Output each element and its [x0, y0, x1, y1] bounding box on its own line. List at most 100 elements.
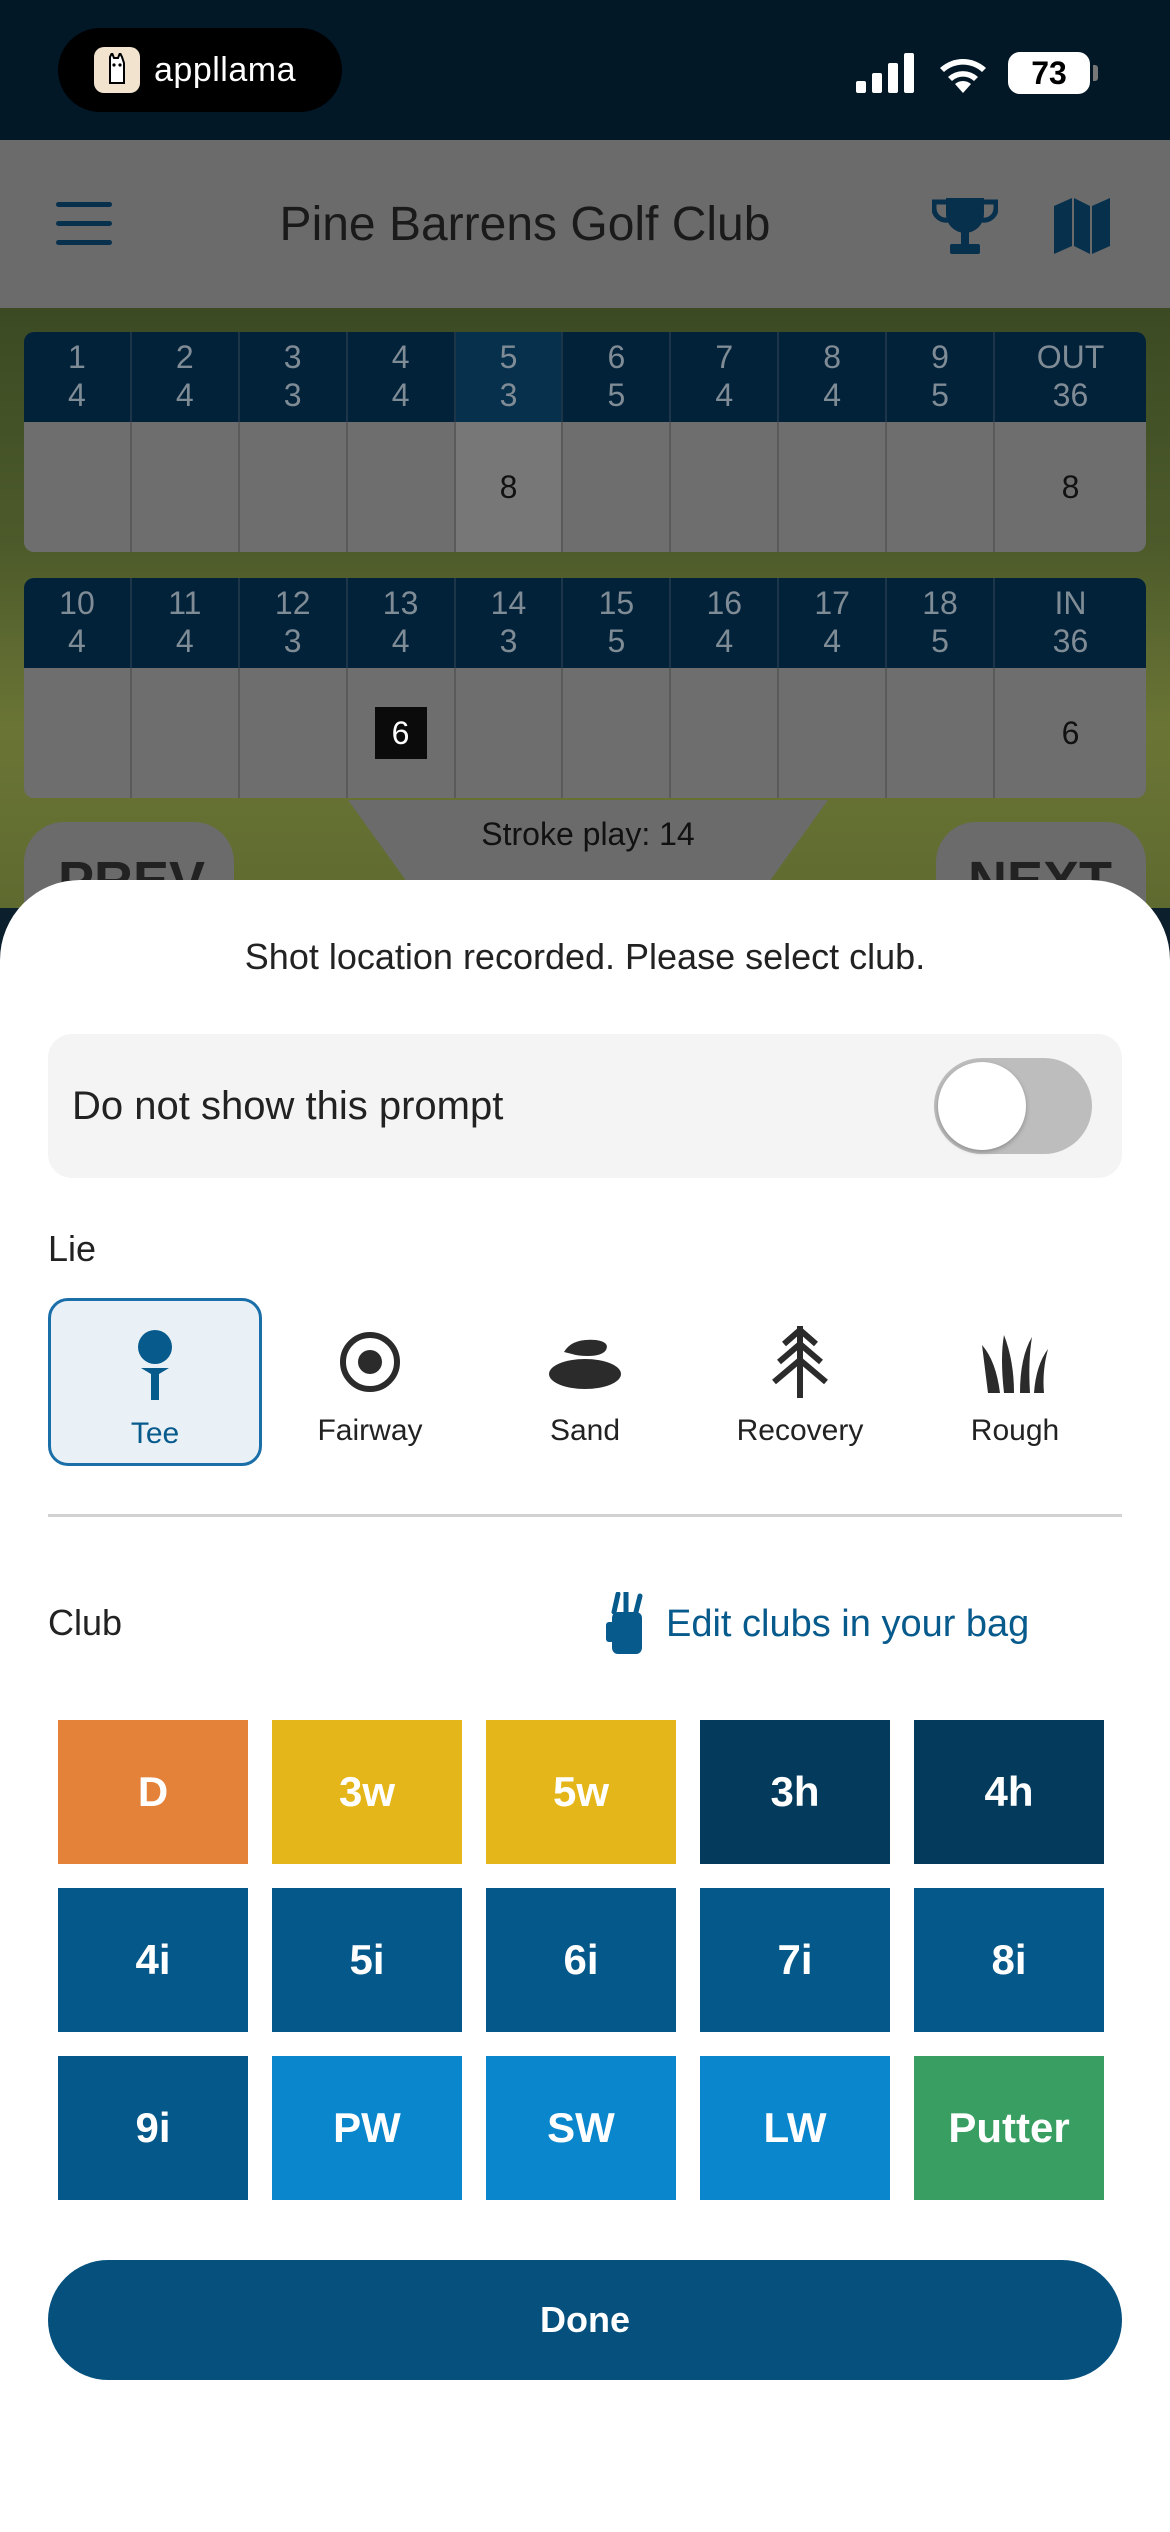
club-button-d[interactable]: D [58, 1720, 248, 1864]
rough-grass-icon [982, 1324, 1048, 1400]
club-button-9i[interactable]: 9i [58, 2056, 248, 2200]
lie-section-label: Lie [48, 1228, 97, 1269]
total-header: IN 36 [1052, 585, 1089, 659]
lie-option-sand[interactable]: Sand [478, 1298, 692, 1466]
score-cell[interactable] [887, 422, 995, 552]
club-button-5w[interactable]: 5w [486, 1720, 676, 1864]
score-cell[interactable] [779, 668, 888, 798]
club-button-5i[interactable]: 5i [272, 1888, 462, 2032]
score-cell[interactable] [671, 422, 780, 552]
stroke-play-label: Stroke play: 14 [481, 815, 695, 852]
lie-label: Fairway [317, 1414, 423, 1447]
lie-label: Tee [130, 1417, 180, 1450]
club-button-4i[interactable]: 4i [58, 1888, 248, 2032]
app-header: Pine Barrens Golf Club [0, 140, 1170, 308]
done-label: Done [540, 2299, 630, 2340]
scorecard-back-nine: 10 4 11 4 12 3 13 4 14 3 15 5 16 4 17 4 18 5 IN 36… [24, 578, 1146, 798]
hole-header[interactable]: 44 [348, 332, 456, 422]
score-box: 6 [374, 707, 427, 759]
stroke-play-total: Stroke play: 14 [348, 800, 828, 880]
lie-options: Tee Fairway Sand Recovery Rough [48, 1298, 1122, 1466]
score-cell[interactable] [24, 668, 132, 798]
scorecard-score-row: 8 8 [24, 422, 1146, 552]
score-cell[interactable] [779, 422, 888, 552]
score-cell[interactable] [563, 422, 672, 552]
club-button-7i[interactable]: 7i [700, 1888, 890, 2032]
score-cell[interactable] [348, 422, 456, 552]
lie-option-tee[interactable]: Tee [48, 1298, 262, 1466]
hole-header[interactable]: 95 [887, 332, 995, 422]
signal-icon [856, 53, 914, 93]
hole-header[interactable]: 11 4 [132, 578, 240, 668]
club-button-4h[interactable]: 4h [914, 1720, 1104, 1864]
score-cell[interactable] [24, 422, 132, 552]
hole-header[interactable]: 16 4 [671, 578, 780, 668]
score-cell[interactable] [887, 668, 995, 798]
score-cell[interactable] [240, 668, 348, 798]
llama-logo-icon [94, 47, 140, 93]
score-cell[interactable]: 6 [348, 668, 456, 798]
club-section-label: Club [48, 1602, 123, 1643]
total-score-cell: 6 [1061, 714, 1080, 751]
hole-header[interactable]: 17 4 [779, 578, 888, 668]
hole-header[interactable]: 84 [779, 332, 888, 422]
club-grid: D 3w 5w 3h 4h 4i 5i 6i 7i 8i 9i PW SW LW… [58, 1720, 1108, 2200]
lie-option-recovery[interactable]: Recovery [693, 1298, 907, 1466]
edit-clubs-label: Edit clubs in your bag [666, 1602, 1030, 1645]
hole-header-current[interactable]: 53 [455, 332, 564, 422]
hole-header[interactable]: 10 4 [24, 578, 132, 668]
toggle-label: Do not show this prompt [72, 1084, 504, 1128]
wifi-icon [940, 59, 986, 93]
score-cell[interactable] [456, 668, 564, 798]
scorecard-header-row: 10 4 11 4 12 3 13 4 14 3 15 5 16 4 17 4 18 5 IN 36 [24, 578, 1146, 668]
trophy-icon[interactable] [932, 196, 998, 256]
club-button-pw[interactable]: PW [272, 2056, 462, 2200]
toggle-knob [938, 1062, 1026, 1150]
total-header: OUT 36 [1036, 339, 1105, 413]
score-cell-current[interactable]: 8 [455, 422, 564, 552]
app-pill[interactable]: appllama [58, 28, 342, 112]
hole-header[interactable]: 14 [24, 332, 132, 422]
club-button-3w[interactable]: 3w [272, 1720, 462, 1864]
hole-header[interactable]: 24 [132, 332, 240, 422]
hole-header[interactable]: 15 5 [563, 578, 672, 668]
fairway-icon [339, 1324, 401, 1400]
battery-icon: 73 [1008, 52, 1098, 94]
club-button-6i[interactable]: 6i [486, 1888, 676, 2032]
golf-bag-icon [606, 1592, 643, 1654]
map-icon[interactable] [1052, 198, 1112, 254]
score-cell[interactable] [240, 422, 348, 552]
recovery-tree-icon [771, 1324, 829, 1400]
hole-header[interactable]: 74 [671, 332, 780, 422]
page-title: Pine Barrens Golf Club [279, 197, 771, 251]
score-cell[interactable] [132, 668, 240, 798]
battery-level: 73 [1031, 54, 1067, 91]
score-cell[interactable] [132, 422, 240, 552]
score-cell[interactable] [671, 668, 780, 798]
club-button-8i[interactable]: 8i [914, 1888, 1104, 2032]
club-button-sw[interactable]: SW [486, 2056, 676, 2200]
club-button-3h[interactable]: 3h [700, 1720, 890, 1864]
lie-label: Recovery [736, 1414, 864, 1447]
done-button[interactable]: Done [48, 2260, 1122, 2380]
hole-header[interactable]: 33 [240, 332, 348, 422]
lie-option-fairway[interactable]: Fairway [263, 1298, 477, 1466]
edit-clubs-link[interactable]: Edit clubs in your bag [604, 1592, 1029, 1656]
lie-option-rough[interactable]: Rough [908, 1298, 1122, 1466]
club-button-putter[interactable]: Putter [914, 2056, 1104, 2200]
scorecard-front-nine: 14 24 33 44 53 65 74 84 95 OUT 36 8 8 [24, 332, 1146, 552]
lie-label: Sand [549, 1414, 621, 1447]
score-cell[interactable] [563, 668, 672, 798]
hole-header[interactable]: 14 3 [456, 578, 564, 668]
do-not-show-toggle[interactable] [934, 1058, 1092, 1154]
status-bar: appllama 73 [0, 0, 1170, 140]
lie-label: Rough [970, 1414, 1060, 1447]
sand-icon [548, 1324, 622, 1400]
scorecard-score-row: 6 6 [24, 668, 1146, 798]
hole-header[interactable]: 12 3 [240, 578, 348, 668]
hole-header[interactable]: 18 5 [887, 578, 995, 668]
hole-header[interactable]: 65 [563, 332, 672, 422]
club-button-lw[interactable]: LW [700, 2056, 890, 2200]
app-name: appllama [154, 50, 296, 89]
hole-header[interactable]: 13 4 [348, 578, 456, 668]
